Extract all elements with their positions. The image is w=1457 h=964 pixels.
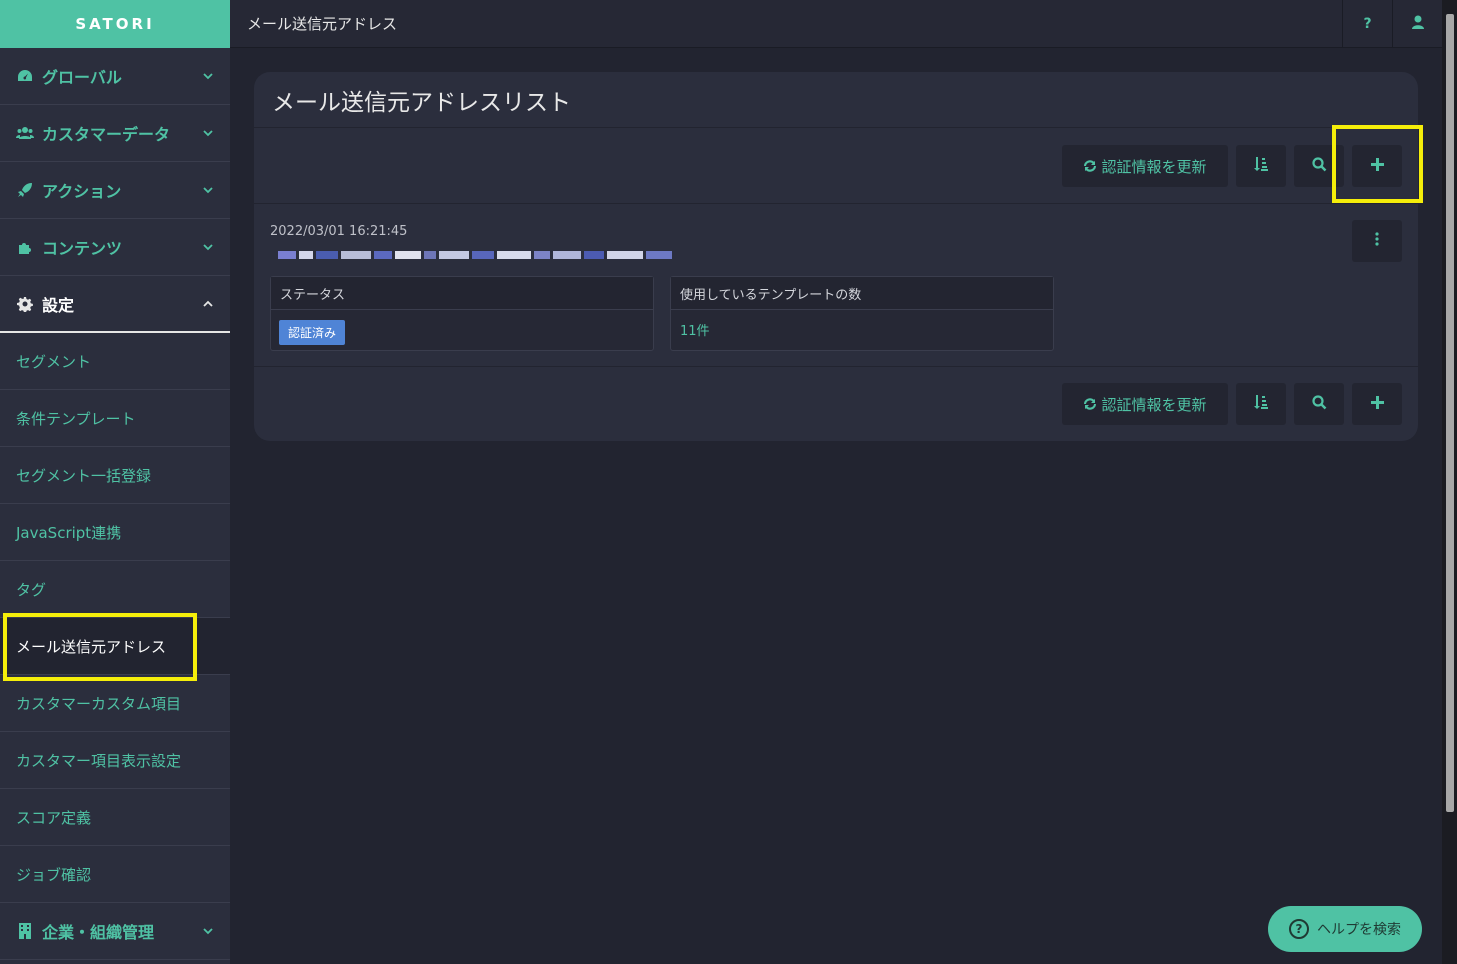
sidebar-item-condition-template[interactable]: 条件テンプレート — [0, 390, 230, 447]
chevron-down-icon — [202, 127, 214, 139]
refresh-auth-button[interactable]: 認証情報を更新 — [1062, 383, 1228, 425]
kebab-menu-icon — [1375, 232, 1379, 250]
status-badge: 認証済み — [279, 320, 346, 345]
add-button[interactable] — [1352, 145, 1402, 187]
more-options-button[interactable] — [1352, 220, 1402, 262]
sidebar-group-organization[interactable]: 企業・組織管理 — [0, 903, 230, 960]
user-menu-button[interactable] — [1392, 0, 1442, 48]
sidebar-group-customer-data[interactable]: カスタマーデータ — [0, 105, 230, 162]
sidebar-item-segment[interactable]: セグメント — [0, 333, 230, 390]
sidebar-group-label: 企業・組織管理 — [42, 923, 155, 942]
sidebar-group-label: グローバル — [42, 68, 122, 87]
sidebar-item-customer-custom-field[interactable]: カスタマーカスタム項目 — [0, 675, 230, 732]
help-search-label: ヘルプを検索 — [1317, 922, 1401, 938]
email-address-blurred — [278, 244, 744, 259]
refresh-icon — [1083, 159, 1097, 173]
sidebar-group-label: コンテンツ — [42, 239, 123, 258]
help-search-button[interactable]: ? ヘルプを検索 — [1268, 906, 1422, 952]
sidebar-item-tag[interactable]: タグ — [0, 561, 230, 618]
sidebar-item-score-definition[interactable]: スコア定義 — [0, 789, 230, 846]
question-icon: ? — [1363, 16, 1372, 32]
top-bar: メール送信元アドレス ? — [230, 0, 1442, 48]
refresh-auth-button[interactable]: 認証情報を更新 — [1062, 145, 1228, 187]
sort-button[interactable] — [1236, 383, 1286, 425]
mail-sender-list-card: メール送信元アドレスリスト 認証情報を更新 2022/03/01 16:21:4… — [254, 72, 1418, 441]
users-icon — [16, 126, 34, 140]
help-button[interactable]: ? — [1342, 0, 1392, 48]
sidebar-group-label: アクション — [42, 182, 122, 201]
toolbar-top: 認証情報を更新 — [254, 128, 1418, 204]
entry-date: 2022/03/01 16:21:45 — [270, 224, 408, 239]
dashboard-icon — [16, 69, 34, 83]
sidebar-item-customer-field-display[interactable]: カスタマー項目表示設定 — [0, 732, 230, 789]
list-item: 2022/03/01 16:21:45 ステータス 認証済み 使用しているテンプ… — [254, 204, 1418, 367]
sidebar-group-label: カスタマーデータ — [42, 125, 171, 144]
puzzle-icon — [16, 239, 34, 255]
search-button[interactable] — [1294, 383, 1344, 425]
refresh-icon — [1083, 397, 1097, 411]
chevron-down-icon — [202, 925, 214, 937]
chevron-up-icon — [202, 298, 214, 310]
refresh-auth-label: 認証情報を更新 — [1101, 157, 1207, 176]
template-count-box: 使用しているテンプレートの数 11件 — [670, 276, 1054, 351]
building-icon — [16, 923, 34, 939]
template-count-header: 使用しているテンプレートの数 — [671, 277, 1053, 310]
status-box: ステータス 認証済み — [270, 276, 654, 351]
sidebar-item-segment-bulk-register[interactable]: セグメント一括登録 — [0, 447, 230, 504]
rocket-icon — [16, 182, 34, 198]
refresh-auth-label: 認証情報を更新 — [1101, 395, 1207, 414]
toolbar-bottom: 認証情報を更新 — [254, 367, 1418, 441]
search-icon — [1311, 156, 1327, 176]
add-button[interactable] — [1352, 383, 1402, 425]
page-title: メール送信元アドレス — [247, 15, 398, 33]
sidebar: SATORI グローバル カスタマーデータ アクション コンテンツ 設定 セグメ… — [0, 0, 230, 964]
chevron-down-icon — [202, 241, 214, 253]
sidebar-group-settings[interactable]: 設定 — [0, 276, 230, 333]
template-count-link[interactable]: 11件 — [680, 320, 710, 339]
sidebar-group-contents[interactable]: コンテンツ — [0, 219, 230, 276]
gear-icon — [16, 296, 34, 312]
card-title: メール送信元アドレスリスト — [254, 72, 1418, 128]
chevron-down-icon — [202, 70, 214, 82]
question-circle-icon: ? — [1289, 919, 1309, 939]
sort-button[interactable] — [1236, 145, 1286, 187]
sidebar-group-label: 設定 — [42, 295, 75, 315]
sidebar-group-action[interactable]: アクション — [0, 162, 230, 219]
sort-icon — [1253, 156, 1269, 176]
sort-icon — [1253, 394, 1269, 414]
search-icon — [1311, 394, 1327, 414]
scrollbar-thumb[interactable] — [1446, 14, 1454, 812]
sidebar-item-mail-sender-address[interactable]: メール送信元アドレス — [0, 613, 230, 681]
search-button[interactable] — [1294, 145, 1344, 187]
plus-icon — [1370, 395, 1384, 413]
sidebar-item-label: メール送信元アドレス — [16, 637, 167, 656]
status-header: ステータス — [271, 277, 653, 310]
chevron-down-icon — [202, 184, 214, 196]
plus-icon — [1370, 157, 1384, 175]
sidebar-group-global[interactable]: グローバル — [0, 48, 230, 105]
brand-logo[interactable]: SATORI — [0, 0, 230, 48]
sidebar-item-javascript[interactable]: JavaScript連携 — [0, 504, 230, 561]
user-icon — [1411, 15, 1424, 33]
sidebar-item-job-check[interactable]: ジョブ確認 — [0, 846, 230, 903]
